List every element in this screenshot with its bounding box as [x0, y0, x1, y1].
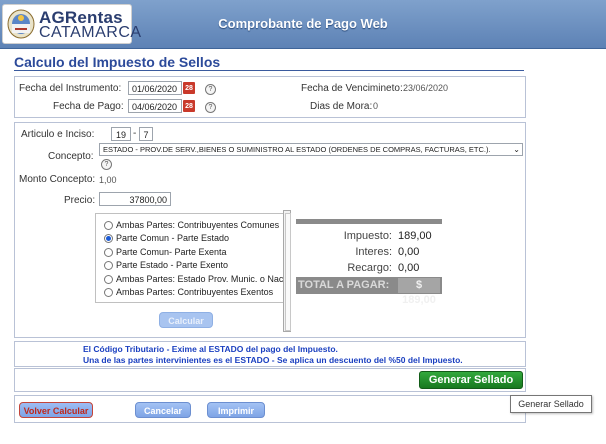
- calcular-button-label: Calcular: [168, 316, 204, 326]
- partes-option-label: Ambas Partes: Contribuyentes Exentos: [116, 287, 274, 297]
- articulo-separator: -: [133, 128, 137, 139]
- generar-sellado-label: Generar Sellado: [428, 374, 514, 386]
- partes-radio-list: Ambas Partes: Contribuyentes Comunes Part…: [104, 220, 286, 300]
- fechas-panel: Fecha del Instrumento: 01/06/2020 28 ? F…: [14, 76, 526, 118]
- partes-scrollbar[interactable]: [283, 210, 291, 332]
- dias-mora-label: Dias de Mora:: [310, 101, 373, 112]
- impuesto-label: Impuesto:: [343, 230, 392, 242]
- dias-mora-value: 0: [373, 101, 379, 111]
- recargo-label: Recargo:: [347, 262, 392, 274]
- fecha-pago-input[interactable]: 04/06/2020: [128, 99, 182, 113]
- generar-panel: Generar Sellado: [14, 368, 526, 392]
- page-title: Calculo del Impuesto de Sellos: [14, 54, 221, 70]
- concepto-label: Concepto:: [48, 151, 94, 162]
- radio-button[interactable]: [104, 288, 113, 297]
- inciso-input[interactable]: 7: [139, 127, 153, 141]
- intereses-value: 0,00: [398, 246, 420, 258]
- monto-concepto-value: 1,00: [99, 175, 117, 185]
- fecha-instrumento-input[interactable]: 01/06/2020: [128, 81, 182, 95]
- total-value: $ 189,00: [398, 278, 440, 306]
- radio-button[interactable]: [104, 234, 113, 244]
- total-label: TOTAL A PAGAR:: [298, 279, 390, 291]
- calendar-icon[interactable]: 28: [183, 82, 195, 94]
- tooltip-text: Generar Sellado: [518, 399, 584, 409]
- generar-sellado-button[interactable]: Generar Sellado: [419, 371, 523, 389]
- recargo-value: 0,00: [398, 262, 420, 274]
- total-bar: TOTAL A PAGAR: $ 189,00: [296, 277, 442, 306]
- fecha-pago-label: Fecha de Pago:: [53, 101, 124, 112]
- radio-button[interactable]: [104, 274, 113, 284]
- calendar-icon[interactable]: 28: [183, 100, 195, 112]
- generar-sellado-tooltip: Generar Sellado: [510, 395, 592, 413]
- radio-button[interactable]: [104, 247, 113, 257]
- fecha-vencimiento-label: Fecha de Vencimineto:: [301, 83, 403, 94]
- mensaje-linea-2: Una de las partes intervinientes es el E…: [83, 355, 463, 365]
- resultado-box: Impuesto: 189,00 Interes: 0,00 Recargo: …: [296, 219, 442, 306]
- radio-button[interactable]: [104, 221, 113, 230]
- partes-option-label: Parte Comun- Parte Exenta: [116, 246, 227, 257]
- imprimir-label: Imprimir: [217, 406, 254, 416]
- precio-label: Precio:: [64, 195, 96, 206]
- concepto-select-value: ESTADO - PROV.DE SERV.,BIENES O SUMINIST…: [103, 145, 491, 154]
- resultado-top-bar: [296, 219, 442, 224]
- mensaje-linea-1: El Código Tributario - Exime al ESTADO d…: [83, 344, 338, 354]
- partes-option-label: Parte Comun - Parte Estado: [116, 233, 230, 244]
- articulo-label: Articulo e Inciso:: [21, 129, 95, 140]
- partes-option-label: Ambas Partes: Estado Prov. Munic. o Nac.: [116, 273, 286, 284]
- radio-button[interactable]: [104, 261, 113, 271]
- chevron-down-icon: ⌄: [513, 145, 520, 154]
- partes-option-label: Ambas Partes: Contribuyentes Comunes: [116, 220, 280, 230]
- partes-radio-group: Ambas Partes: Contribuyentes Comunes Part…: [95, 213, 287, 328]
- volver-calcular-button[interactable]: Volver Calcular: [19, 402, 93, 418]
- partes-option-label: Parte Estado - Parte Exento: [116, 260, 229, 271]
- app-header: AGRentas CATAMARCA Comprobante de Pago W…: [0, 0, 606, 49]
- intereses-label: Interes:: [355, 246, 392, 258]
- help-icon[interactable]: ?: [205, 102, 216, 113]
- fecha-vencimiento-value: 23/06/2020: [403, 83, 449, 93]
- acciones-panel: Volver Calcular Cancelar Imprimir: [14, 395, 526, 423]
- concepto-select[interactable]: ESTADO - PROV.DE SERV.,BIENES O SUMINIST…: [99, 143, 523, 156]
- cancelar-button[interactable]: Cancelar: [135, 402, 191, 418]
- calculo-panel: Articulo e Inciso: 19 - 7 Concepto: ESTA…: [14, 122, 526, 338]
- partes-scrollbar-thumb[interactable]: [285, 213, 291, 331]
- cancelar-label: Cancelar: [143, 406, 183, 416]
- title-underline: [14, 70, 524, 71]
- mensajes-panel: El Código Tributario - Exime al ESTADO d…: [14, 341, 526, 367]
- fecha-instrumento-label: Fecha del Instrumento:: [19, 83, 122, 94]
- imprimir-button[interactable]: Imprimir: [207, 402, 265, 418]
- calcular-button[interactable]: Calcular: [159, 312, 213, 328]
- help-icon[interactable]: ?: [205, 84, 216, 95]
- monto-concepto-label: Monto Concepto:: [19, 174, 96, 185]
- precio-input[interactable]: 37800,00: [99, 192, 171, 206]
- help-icon[interactable]: ?: [101, 159, 112, 170]
- header-title: Comprobante de Pago Web: [218, 16, 388, 31]
- impuesto-value: 189,00: [398, 230, 432, 242]
- articulo-input[interactable]: 19: [111, 127, 131, 141]
- volver-calcular-label: Volver Calcular: [23, 406, 89, 416]
